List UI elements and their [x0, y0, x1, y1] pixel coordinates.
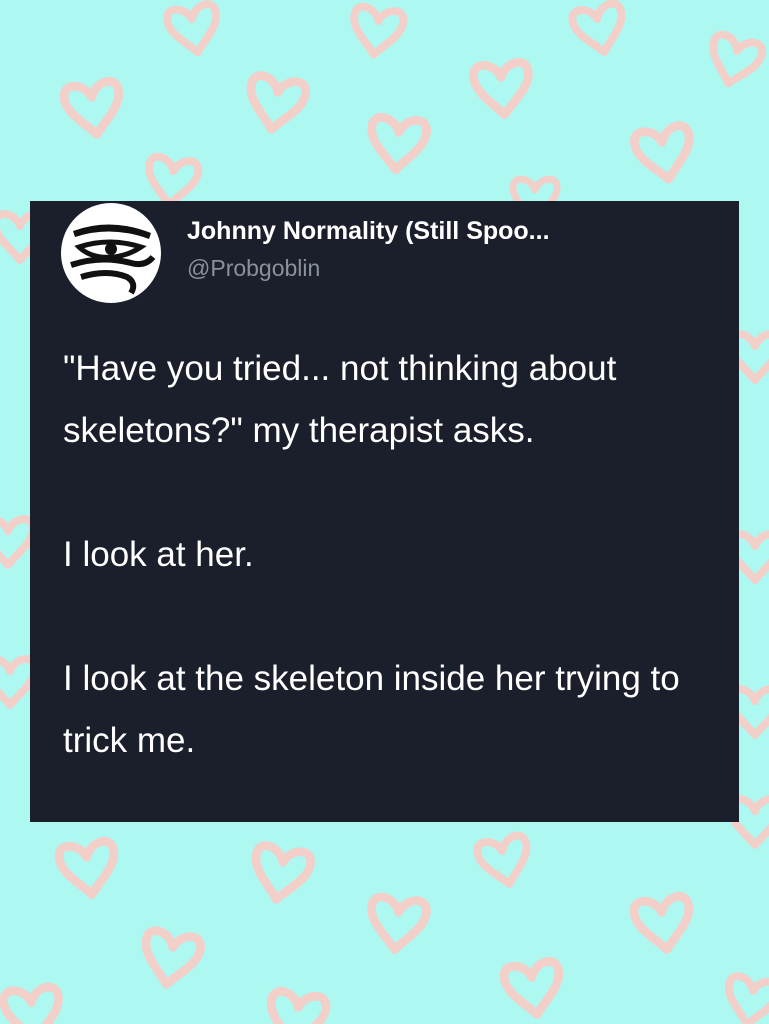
tweet-paragraph: I look at her. [63, 535, 254, 574]
tweet-paragraph: "Have you tried... not thinking about sk… [63, 349, 617, 450]
display-name[interactable]: Johnny Normality (Still Spoo... [187, 215, 550, 247]
profile-avatar[interactable] [61, 203, 161, 303]
tweet-paragraph: I look at the skeleton inside her trying… [63, 659, 680, 760]
user-handle[interactable]: @Probgoblin [187, 253, 320, 283]
eye-of-horus-icon [61, 203, 161, 303]
tweet-text: "Have you tried... not thinking about sk… [63, 338, 723, 772]
tweet-card: Johnny Normality (Still Spoo... @Probgob… [30, 201, 739, 822]
